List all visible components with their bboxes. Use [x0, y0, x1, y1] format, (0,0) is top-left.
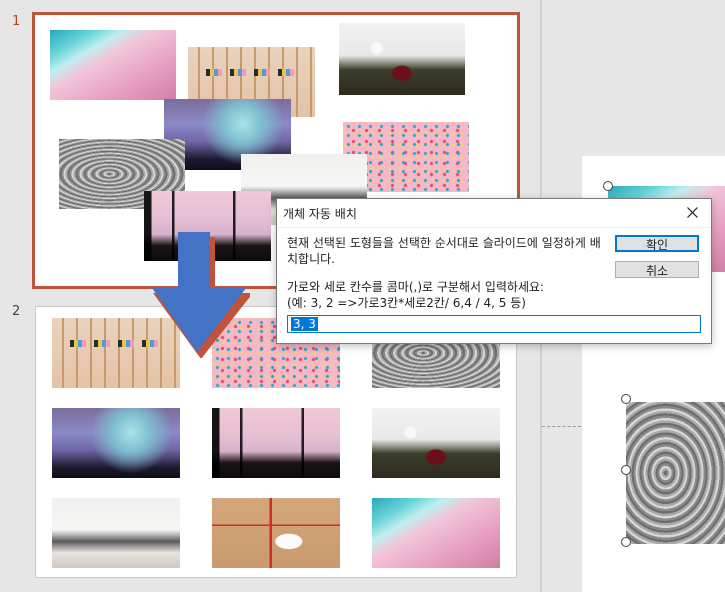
industrial-image[interactable]: [212, 408, 340, 478]
close-icon: [687, 207, 698, 218]
slide-thumbnail-2[interactable]: [35, 306, 517, 578]
dialog-prompt: 가로와 세로 칸수를 콤마(,)로 구분해서 입력하세요: (예: 3, 2 =…: [287, 279, 617, 311]
resize-handle[interactable]: [603, 181, 613, 191]
wine-image[interactable]: [339, 23, 465, 95]
beach-image[interactable]: [372, 498, 500, 568]
resize-handle[interactable]: [621, 537, 631, 547]
wood-image[interactable]: [626, 402, 725, 544]
concert-image[interactable]: [52, 408, 180, 478]
slide-number-2: 2: [12, 304, 21, 319]
close-button[interactable]: [675, 199, 711, 227]
auto-arrange-dialog: 개체 자동 배치 현재 선택된 도형들을 선택한 순서대로 슬라이드에 일정하게…: [276, 198, 712, 344]
cafe-image[interactable]: [52, 498, 180, 568]
slide-number-1: 1: [12, 14, 21, 29]
resize-handle[interactable]: [621, 465, 631, 475]
resize-handle[interactable]: [621, 394, 631, 404]
prompt-line-2: (예: 3, 2 =>가로3칸*세로2칸/ 6,4 / 4, 5 등): [287, 296, 526, 310]
dialog-titlebar[interactable]: 개체 자동 배치: [277, 199, 711, 228]
grid-size-input[interactable]: [287, 315, 701, 333]
beach-image[interactable]: [50, 30, 176, 100]
ok-button[interactable]: 확인: [615, 235, 699, 252]
dialog-title: 개체 자동 배치: [283, 207, 357, 221]
gift-image[interactable]: [212, 498, 340, 568]
wine-image[interactable]: [372, 408, 500, 478]
cancel-button[interactable]: 취소: [615, 261, 699, 278]
prompt-line-1: 가로와 세로 칸수를 콤마(,)로 구분해서 입력하세요:: [287, 280, 545, 294]
down-arrow-icon: [152, 232, 250, 358]
grid-size-value: 3, 3: [291, 317, 318, 331]
dialog-message: 현재 선택된 도형들을 선택한 순서대로 슬라이드에 일정하게 배치합니다.: [287, 236, 601, 266]
